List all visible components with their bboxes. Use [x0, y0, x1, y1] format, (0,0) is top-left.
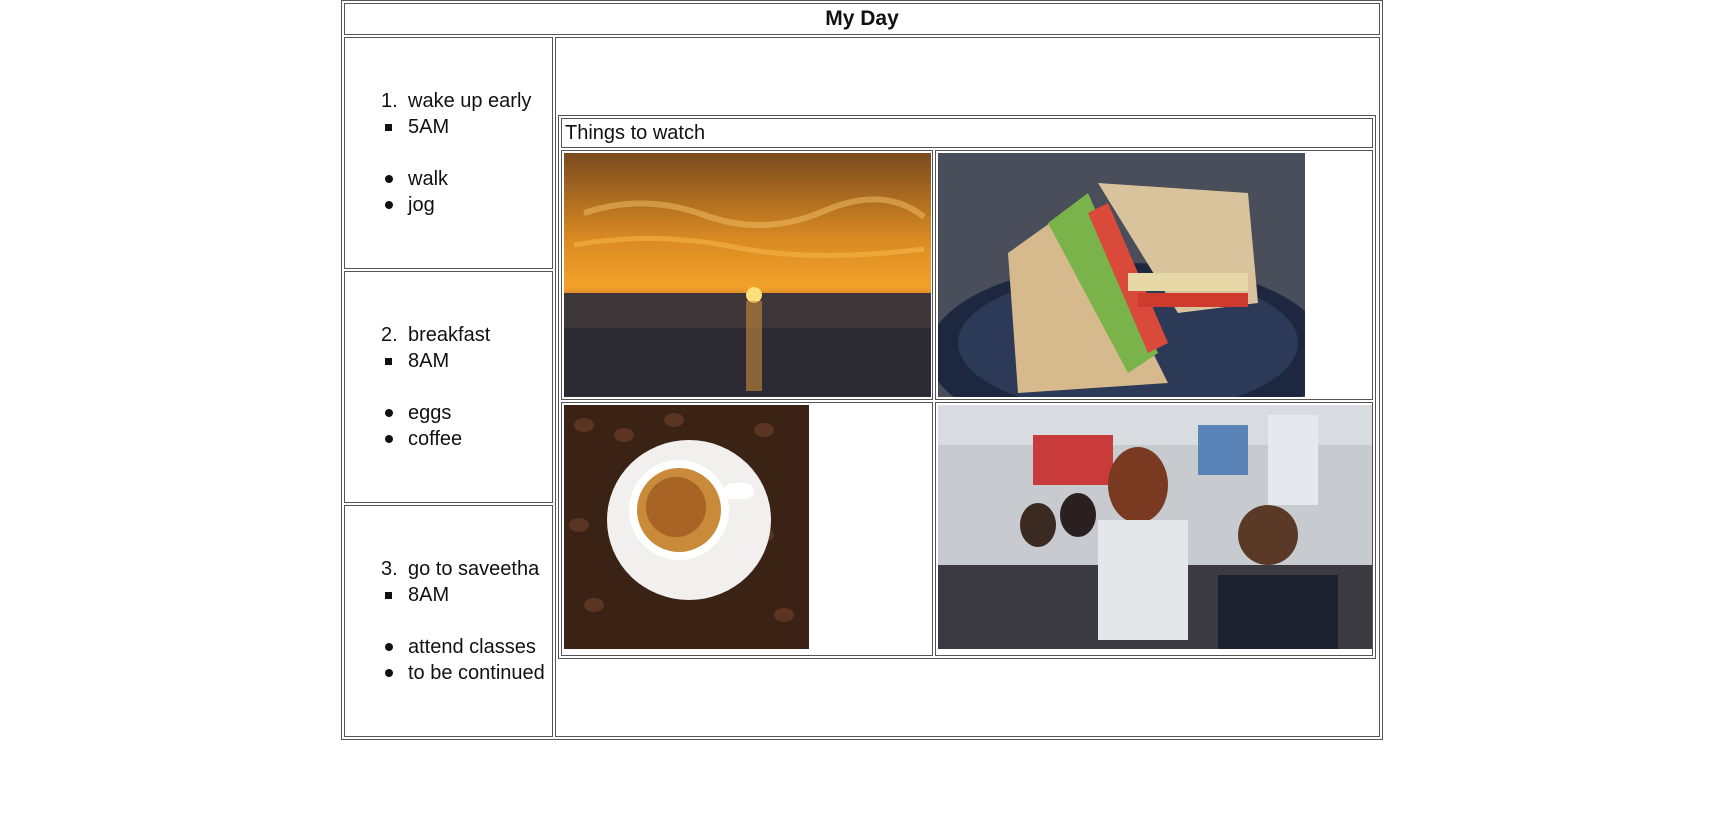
task-time: 8AM — [408, 584, 450, 606]
task-time: 8AM — [408, 350, 450, 372]
item-label: to be continued — [408, 662, 545, 684]
task-label: go to saveetha — [408, 558, 540, 580]
task-label: breakfast — [408, 324, 491, 346]
item-label: coffee — [408, 428, 463, 450]
page-title: My Day — [344, 3, 1380, 35]
image-cell — [935, 150, 1373, 400]
schedule-item: attend classes — [345, 634, 552, 660]
schedule-cell-3: 3. go to saveetha 8AM attend classes to … — [344, 505, 553, 737]
square-bullet-icon — [385, 358, 392, 365]
item-label: walk — [408, 168, 449, 190]
schedule-task-1: 1. wake up early — [345, 88, 552, 114]
item-label: attend classes — [408, 636, 536, 658]
things-to-watch-table: Things to watch — [558, 115, 1376, 659]
bullet-icon — [385, 669, 393, 677]
square-bullet-icon — [385, 124, 392, 131]
bullet-icon — [385, 435, 393, 443]
things-to-watch-heading: Things to watch — [561, 118, 1373, 148]
task-label: wake up early — [408, 90, 532, 112]
schedule-cell-2: 2. breakfast 8AM eggs coffee — [344, 271, 553, 503]
bullet-icon — [385, 201, 393, 209]
schedule-task-2: 2. breakfast — [345, 322, 552, 348]
schedule-cell-1: 1. wake up early 5AM walk jog — [344, 37, 553, 269]
image-cell — [561, 150, 933, 400]
item-label: eggs — [408, 402, 452, 424]
schedule-task-3: 3. go to saveetha — [345, 556, 552, 582]
image-cell — [561, 402, 933, 656]
bullet-icon — [385, 643, 393, 651]
square-bullet-icon — [385, 592, 392, 599]
schedule-item: to be continued — [345, 660, 552, 686]
schedule-item: walk — [345, 166, 552, 192]
schedule-time-1: 5AM — [345, 114, 552, 140]
schedule-item: jog — [345, 192, 552, 218]
coffee-photo — [564, 405, 809, 649]
things-to-watch-cell: Things to watch — [555, 37, 1380, 737]
task-number: 3. — [381, 558, 398, 580]
classroom-photo — [938, 405, 1372, 649]
schedule-item: eggs — [345, 400, 552, 426]
schedule-item: coffee — [345, 426, 552, 452]
sunset-photo — [564, 153, 931, 397]
task-number: 2. — [381, 324, 398, 346]
sandwich-photo — [938, 153, 1305, 397]
bullet-icon — [385, 409, 393, 417]
schedule-time-2: 8AM — [345, 348, 552, 374]
task-number: 1. — [381, 90, 398, 112]
bullet-icon — [385, 175, 393, 183]
schedule-time-3: 8AM — [345, 582, 552, 608]
task-time: 5AM — [408, 116, 450, 138]
image-cell — [935, 402, 1373, 656]
my-day-table: My Day 1. wake up early 5AM walk jog Thi… — [341, 0, 1383, 740]
